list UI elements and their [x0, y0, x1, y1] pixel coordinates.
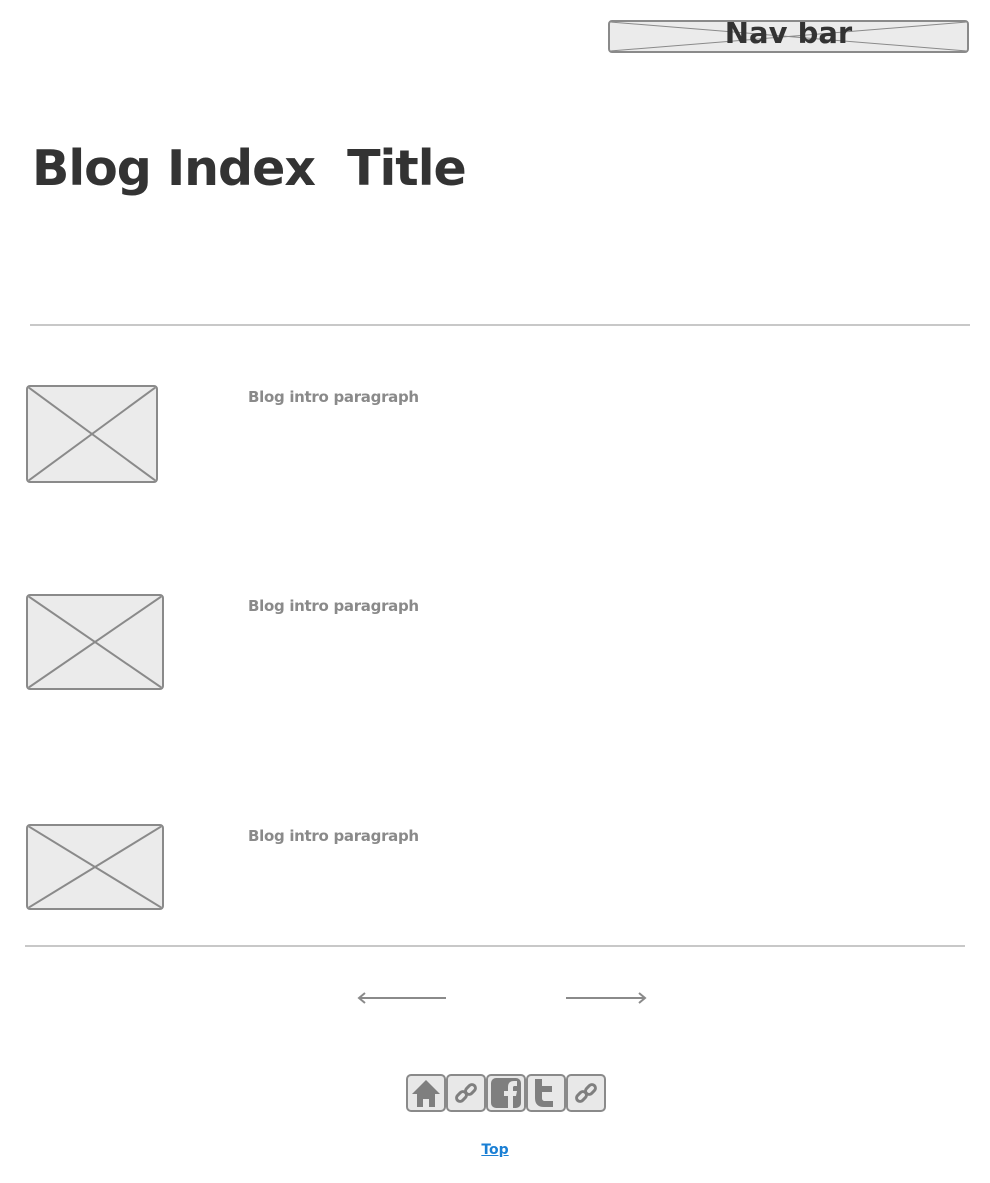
post-thumbnail[interactable]	[26, 824, 164, 910]
twitter-icon	[535, 1079, 553, 1107]
placeholder-cross-icon	[28, 596, 162, 688]
nav-bar-label: Nav bar	[724, 20, 853, 50]
divider	[30, 324, 970, 326]
link-button[interactable]	[566, 1074, 606, 1112]
placeholder-cross-icon	[28, 387, 156, 481]
arrow-right-icon[interactable]	[564, 990, 648, 1006]
post-thumbnail[interactable]	[26, 385, 158, 483]
post-intro: Blog intro paragraph	[248, 597, 419, 615]
facebook-button[interactable]	[486, 1074, 526, 1112]
link-button[interactable]	[446, 1074, 486, 1112]
post-intro: Blog intro paragraph	[248, 827, 419, 845]
post-thumbnail[interactable]	[26, 594, 164, 690]
arrow-left-icon[interactable]	[356, 990, 448, 1006]
link-icon	[455, 1083, 477, 1103]
placeholder-cross-icon	[28, 826, 162, 908]
nav-bar[interactable]: Nav bar	[608, 20, 969, 53]
twitter-button[interactable]	[526, 1074, 566, 1112]
facebook-icon	[491, 1078, 521, 1108]
top-link[interactable]: Top	[0, 1142, 990, 1158]
link-icon	[575, 1083, 597, 1103]
home-button[interactable]	[406, 1074, 446, 1112]
page-title: Blog Index Title	[32, 140, 467, 197]
post-intro: Blog intro paragraph	[248, 388, 419, 406]
home-icon	[412, 1080, 440, 1107]
divider	[25, 945, 965, 947]
